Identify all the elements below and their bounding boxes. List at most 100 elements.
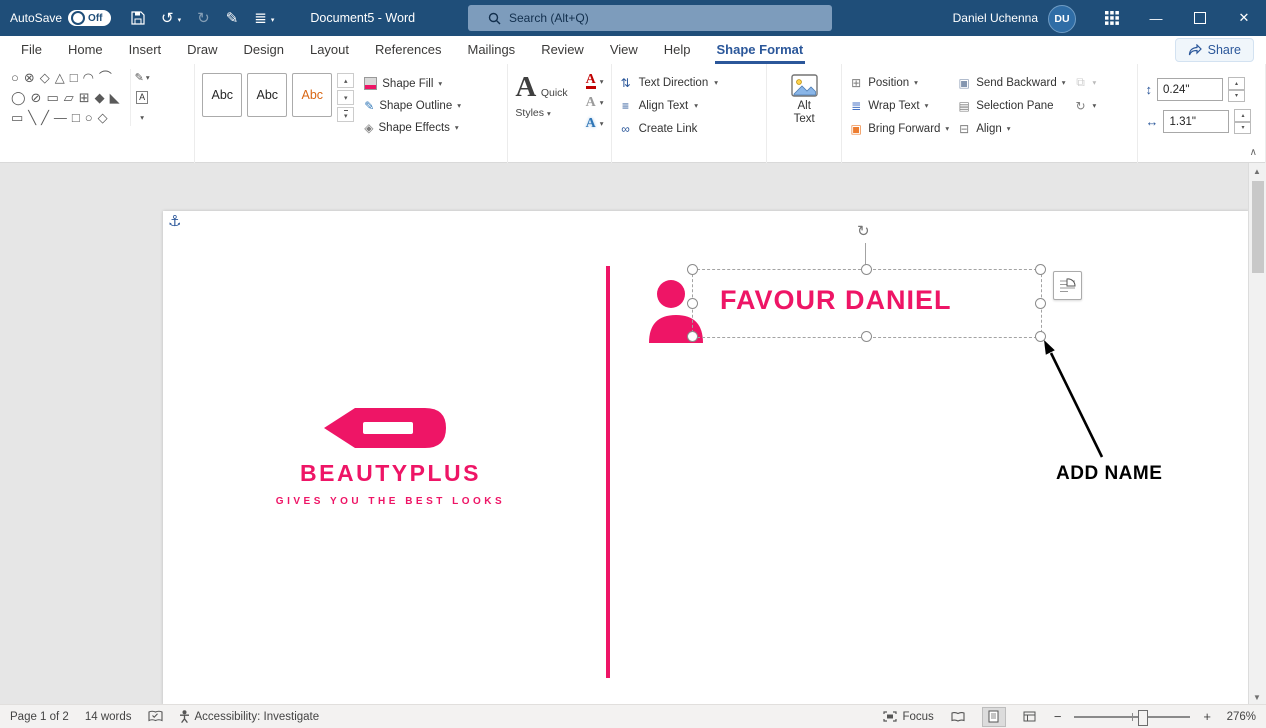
avatar[interactable]: DU: [1048, 5, 1076, 33]
wrap-text-button[interactable]: ≣ Wrap Text ▾: [849, 96, 949, 115]
brand-tagline-text[interactable]: GIVES YOU THE BEST LOOKS: [223, 496, 558, 507]
zoom-in-button[interactable]: +: [1203, 709, 1211, 724]
tab-draw[interactable]: Draw: [174, 37, 230, 64]
user-name[interactable]: Daniel Uchenna: [953, 11, 1038, 25]
tab-help[interactable]: Help: [651, 37, 704, 64]
undo-icon[interactable]: ↺: [161, 11, 174, 26]
tab-design[interactable]: Design: [231, 37, 297, 64]
zoom-out-button[interactable]: −: [1054, 709, 1062, 724]
shape-style-preview[interactable]: Abc: [292, 73, 332, 117]
page-indicator[interactable]: Page 1 of 2: [10, 711, 69, 723]
shape-gallery-row[interactable]: ▭╲╱—□○◇: [11, 109, 125, 126]
minimize-button[interactable]: —: [1134, 0, 1178, 36]
rotate-handle-icon[interactable]: ↻: [857, 222, 870, 240]
shapes-more-button[interactable]: ▾: [135, 109, 150, 126]
tab-references[interactable]: References: [362, 37, 454, 64]
align-text-button[interactable]: ≡ Align Text ▾: [619, 96, 760, 115]
selection-handle[interactable]: [687, 298, 698, 309]
selection-handle[interactable]: [1035, 331, 1046, 342]
edit-shape-button[interactable]: ✎ ▾: [135, 69, 150, 86]
text-effects-button[interactable]: A ▾: [586, 114, 604, 133]
text-direction-button[interactable]: ⇅ Text Direction ▾: [619, 73, 760, 92]
page[interactable]: ⚓ BEAUTYPLUS GIVES YOU THE BEST LOOKS FA…: [163, 211, 1249, 705]
vertical-scrollbar[interactable]: ▲ ▼: [1248, 163, 1266, 705]
style-gallery-up-icon[interactable]: ▴: [337, 73, 354, 88]
print-layout-button[interactable]: [982, 707, 1006, 727]
shape-gallery-row[interactable]: ◯⊘▭▱⊞◆◣: [11, 89, 125, 106]
shape-gallery-row[interactable]: ○⊗◇△□◠⌒: [11, 69, 125, 86]
position-button[interactable]: ⊞ Position ▾: [849, 73, 949, 92]
bring-forward-button[interactable]: ▣ Bring Forward ▾: [849, 119, 949, 138]
alt-text-button[interactable]: Alt Text: [774, 69, 834, 126]
titlebar: AutoSave Off ↺ ▾ ↻ ✎ ≣ ▾ Document5 - Wor…: [0, 0, 1266, 36]
collapse-ribbon-icon[interactable]: ∧: [1250, 147, 1257, 158]
text-box-button[interactable]: A: [135, 89, 150, 106]
tab-layout[interactable]: Layout: [297, 37, 362, 64]
tab-review[interactable]: Review: [528, 37, 597, 64]
focus-button[interactable]: Focus: [883, 711, 933, 723]
share-button[interactable]: Share: [1175, 38, 1254, 62]
word-count[interactable]: 14 words: [85, 711, 132, 723]
read-mode-button[interactable]: [947, 708, 969, 726]
web-layout-button[interactable]: [1019, 708, 1041, 726]
tab-insert[interactable]: Insert: [116, 37, 175, 64]
layout-options-button[interactable]: [1053, 271, 1082, 300]
shape-style-preview[interactable]: Abc: [202, 73, 242, 117]
text-outline-button[interactable]: A ▾: [586, 93, 604, 112]
tab-view[interactable]: View: [597, 37, 651, 64]
tab-shape-format[interactable]: Shape Format: [704, 37, 817, 64]
style-gallery-down-icon[interactable]: ▾: [337, 90, 354, 105]
accessibility-status[interactable]: Accessibility: Investigate: [179, 710, 320, 723]
shape-effects-button[interactable]: ◈ Shape Effects ▾: [364, 118, 461, 137]
shape-gallery[interactable]: ○⊗◇△□◠⌒ ◯⊘▭▱⊞◆◣ ▭╲╱—□○◇: [11, 69, 125, 126]
zoom-slider[interactable]: [1074, 716, 1190, 718]
qat-customize-chevron-icon[interactable]: ▾: [271, 16, 275, 26]
close-button[interactable]: ✕: [1222, 0, 1266, 36]
autosave-switch[interactable]: Off: [68, 10, 111, 26]
selection-pane-button[interactable]: ▤ Selection Pane: [957, 96, 1065, 115]
height-step-down-icon[interactable]: ▾: [1228, 90, 1245, 103]
maximize-button[interactable]: [1178, 0, 1222, 36]
rotate-objects-button[interactable]: ↻ ▾: [1074, 96, 1097, 115]
ribbon-display-options-icon[interactable]: [1090, 0, 1134, 36]
create-link-button[interactable]: ∞ Create Link: [619, 119, 760, 138]
brand-logo-tag-shape[interactable]: [321, 404, 449, 452]
selection-handle[interactable]: [1035, 264, 1046, 275]
tab-file[interactable]: File: [8, 37, 55, 64]
editor-icon[interactable]: ✎: [226, 11, 239, 26]
selection-handle[interactable]: [687, 331, 698, 342]
shape-outline-button[interactable]: ✎ Shape Outline ▾: [364, 96, 461, 115]
send-backward-button[interactable]: ▣ Send Backward ▾: [957, 73, 1065, 92]
scroll-up-icon[interactable]: ▲: [1249, 163, 1265, 179]
tab-mailings[interactable]: Mailings: [455, 37, 529, 64]
tab-home[interactable]: Home: [55, 37, 116, 64]
selection-handle[interactable]: [861, 264, 872, 275]
scrollbar-thumb[interactable]: [1252, 181, 1264, 273]
width-step-down-icon[interactable]: ▾: [1234, 122, 1251, 135]
shape-fill-button[interactable]: Shape Fill ▾: [364, 74, 461, 93]
width-step-up-icon[interactable]: ▴: [1234, 109, 1251, 122]
shape-style-preview[interactable]: Abc: [247, 73, 287, 117]
proofing-icon[interactable]: [148, 710, 163, 723]
brand-name-text[interactable]: BEAUTYPLUS: [223, 460, 558, 487]
shape-width-input[interactable]: [1163, 110, 1229, 133]
text-fill-button[interactable]: A ▾: [586, 72, 604, 91]
scroll-down-icon[interactable]: ▼: [1249, 689, 1265, 705]
selection-bounding-box[interactable]: [692, 269, 1042, 338]
height-step-up-icon[interactable]: ▴: [1228, 77, 1245, 90]
autosave-toggle[interactable]: AutoSave Off: [10, 10, 111, 26]
search-box[interactable]: Search (Alt+Q): [468, 5, 832, 31]
align-button[interactable]: ⊟ Align ▾: [957, 119, 1065, 138]
save-icon[interactable]: [131, 11, 145, 25]
undo-chevron-icon[interactable]: ▾: [178, 16, 182, 26]
quick-styles-button[interactable]: A Quick Styles ▾: [515, 71, 578, 133]
selection-handle[interactable]: [861, 331, 872, 342]
shape-height-input[interactable]: [1157, 78, 1223, 101]
list-icon[interactable]: ≣: [254, 11, 267, 26]
style-gallery-more-icon[interactable]: ▾: [337, 107, 354, 122]
zoom-slider-handle[interactable]: [1138, 710, 1148, 726]
pink-divider-line[interactable]: [606, 266, 610, 678]
selection-handle[interactable]: [687, 264, 698, 275]
zoom-level[interactable]: 276%: [1224, 711, 1256, 723]
selection-handle[interactable]: [1035, 298, 1046, 309]
